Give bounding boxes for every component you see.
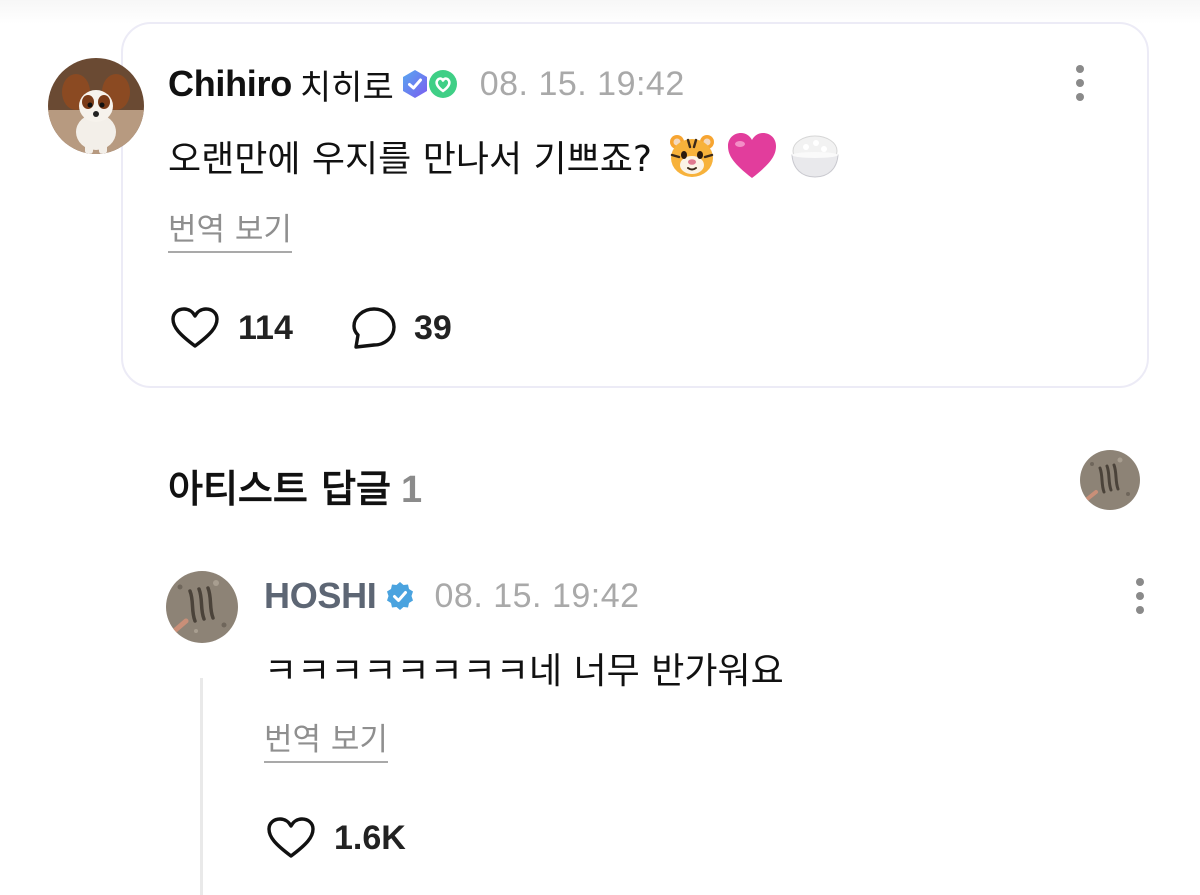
comment-thread-page: Chihiro 치히로 08. 15. 19:42 오랜만에 우지를 만나서 기… — [0, 0, 1200, 895]
reply-like-action[interactable]: 1.6K — [266, 816, 406, 860]
reply-text: ㅋㅋㅋㅋㅋㅋㅋㅋ네 너무 반가워요 — [264, 651, 784, 692]
blue-verified-badge-icon — [385, 581, 415, 611]
artist-replies-heading: 아티스트 답글 1 — [168, 458, 422, 513]
comment-author-row: Chihiro 치히로 08. 15. 19:42 — [168, 63, 685, 108]
comment-author-name[interactable]: Chihiro — [168, 63, 292, 105]
reply-author-name[interactable]: HOSHI — [264, 575, 377, 617]
comment-reply-action[interactable]: 39 — [350, 306, 452, 350]
comment-like-action[interactable]: 114 — [170, 306, 293, 350]
green-heart-badge-icon — [428, 69, 458, 99]
reply-timestamp: 08. 15. 19:42 — [434, 576, 640, 615]
reply-author-row: HOSHI 08. 15. 19:42 — [264, 575, 640, 617]
comment-like-count: 114 — [238, 308, 293, 347]
hexagon-verified-badge-icon — [400, 69, 430, 99]
pink-heart-emoji-icon — [728, 133, 776, 178]
heart-outline-icon[interactable] — [170, 306, 220, 350]
artist-replies-title: 아티스트 답글 — [168, 467, 391, 511]
comment-more-options-icon[interactable] — [1070, 63, 1090, 103]
artist-replies-avatar[interactable] — [1080, 450, 1140, 510]
hoshi-avatar[interactable] — [166, 571, 238, 643]
reply-thread-line — [200, 678, 203, 895]
speech-bubble-icon[interactable] — [350, 305, 398, 351]
comment-text-row: 오랜만에 우지를 만나서 기쁘죠? — [168, 132, 842, 180]
reply-more-options-icon[interactable] — [1130, 576, 1150, 616]
tiger-face-emoji-icon — [670, 135, 714, 177]
heart-outline-icon[interactable] — [266, 816, 316, 860]
comment-text: 오랜만에 우지를 만나서 기쁘죠? — [168, 139, 652, 180]
comment-timestamp: 08. 15. 19:42 — [479, 64, 685, 103]
artist-replies-count: 1 — [401, 469, 423, 511]
chihiro-avatar[interactable] — [48, 58, 144, 154]
reply-like-count: 1.6K — [334, 818, 406, 857]
comment-reply-count: 39 — [414, 308, 452, 347]
comment-author-subname[interactable]: 치히로 — [300, 60, 394, 109]
rice-bowl-emoji-icon — [791, 135, 839, 178]
comment-emojis — [658, 131, 842, 181]
reply-translate-link[interactable]: 번역 보기 — [264, 714, 388, 763]
comment-translate-link[interactable]: 번역 보기 — [168, 204, 292, 253]
